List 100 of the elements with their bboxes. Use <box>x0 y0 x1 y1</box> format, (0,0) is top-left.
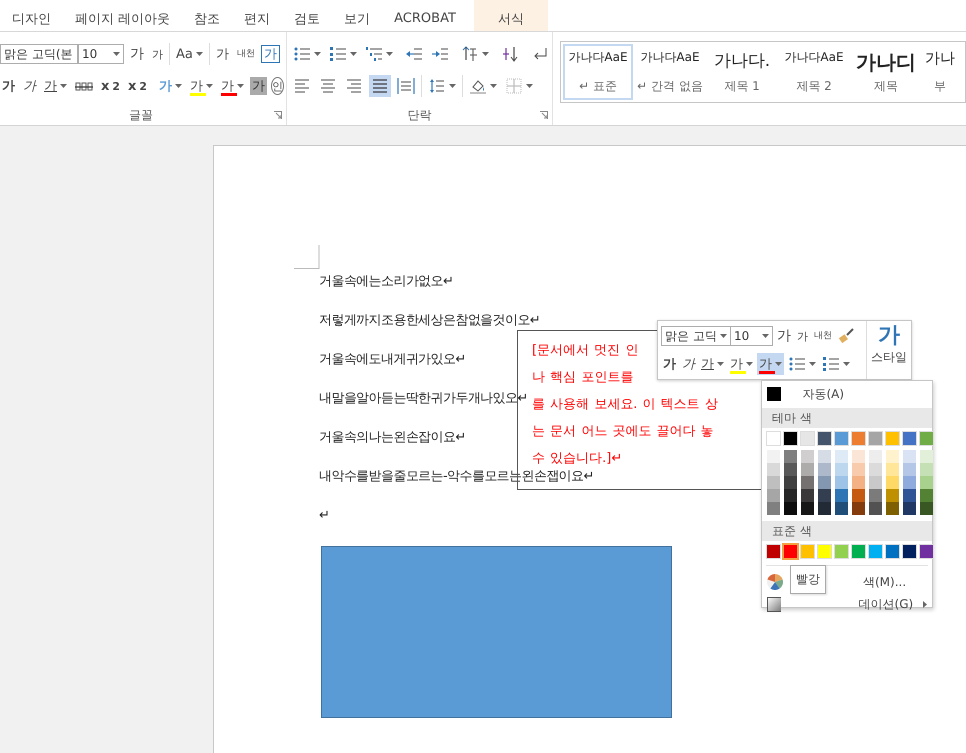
ribbon-tab[interactable]: 편지 <box>232 0 282 31</box>
color-swatch[interactable] <box>801 476 814 489</box>
highlight-button[interactable]: 가 <box>728 353 755 375</box>
style-item[interactable]: 가나 부 <box>923 44 957 100</box>
color-swatch[interactable] <box>818 545 831 558</box>
character-shading-button[interactable]: 가 <box>250 77 267 95</box>
ribbon-tab[interactable]: 서식 <box>474 0 548 31</box>
color-swatch[interactable] <box>903 476 916 489</box>
color-swatch[interactable] <box>852 545 865 558</box>
color-swatch[interactable] <box>818 476 831 489</box>
color-swatch[interactable] <box>767 545 780 558</box>
style-item[interactable]: 가나다AaE ↵ 표준 <box>563 44 633 100</box>
ribbon-tab[interactable]: ACROBAT <box>382 0 468 31</box>
color-swatch[interactable] <box>920 502 933 515</box>
font-name-field[interactable]: 맑은 고딕 <box>661 326 731 346</box>
color-swatch[interactable] <box>852 489 865 502</box>
font-size-field[interactable]: 10 <box>730 326 773 346</box>
style-item[interactable]: 가나디 제목 <box>851 44 921 100</box>
character-border-button[interactable]: 가 <box>260 45 280 63</box>
style-item[interactable]: 가나다. 제목 1 <box>707 44 777 100</box>
color-swatch[interactable] <box>852 476 865 489</box>
color-swatch[interactable] <box>869 432 882 445</box>
color-swatch[interactable] <box>818 432 831 445</box>
color-swatch[interactable] <box>869 463 882 476</box>
color-swatch[interactable] <box>903 489 916 502</box>
phonetic-guide-button[interactable]: 내천 <box>234 43 257 65</box>
color-swatch[interactable] <box>869 489 882 502</box>
underline-button[interactable]: 가 <box>699 353 726 375</box>
color-swatch[interactable] <box>886 463 899 476</box>
shrink-font-button[interactable]: 가 <box>795 325 810 347</box>
color-swatch[interactable] <box>869 450 882 463</box>
color-swatch[interactable] <box>920 489 933 502</box>
color-swatch[interactable] <box>835 463 848 476</box>
color-swatch[interactable] <box>818 489 831 502</box>
color-swatch[interactable] <box>903 432 916 445</box>
ribbon-tab[interactable]: 보기 <box>332 0 382 31</box>
change-case-button[interactable]: Aa <box>174 43 205 65</box>
color-swatch[interactable] <box>784 450 797 463</box>
color-swatch[interactable] <box>903 502 916 515</box>
clear-formatting-button[interactable]: 가 <box>214 43 231 65</box>
ribbon-tab[interactable]: 디자인 <box>0 0 63 31</box>
styles-button[interactable]: 가 스타일 <box>866 321 911 379</box>
color-swatch[interactable] <box>852 463 865 476</box>
color-swatch[interactable] <box>784 489 797 502</box>
distribute-button[interactable] <box>395 75 417 97</box>
color-swatch[interactable] <box>835 502 848 515</box>
color-swatch[interactable] <box>784 476 797 489</box>
color-swatch[interactable] <box>818 463 831 476</box>
color-swatch[interactable] <box>767 463 780 476</box>
color-swatch[interactable] <box>920 450 933 463</box>
color-swatch[interactable] <box>784 432 797 445</box>
color-swatch[interactable] <box>852 450 865 463</box>
color-swatch[interactable] <box>886 450 899 463</box>
color-swatch[interactable] <box>818 502 831 515</box>
color-swatch[interactable] <box>903 545 916 558</box>
grow-font-button[interactable]: 가 <box>128 43 146 65</box>
dialog-launcher-icon[interactable] <box>540 111 548 119</box>
color-swatch[interactable] <box>920 463 933 476</box>
color-swatch[interactable] <box>767 450 780 463</box>
color-swatch[interactable] <box>801 502 814 515</box>
color-swatch[interactable] <box>886 545 899 558</box>
color-swatch[interactable] <box>835 545 848 558</box>
color-swatch[interactable] <box>886 489 899 502</box>
grow-font-button[interactable]: 가 <box>775 325 793 347</box>
gradient-item[interactable]: 데이션(G) <box>858 593 914 615</box>
color-swatch[interactable] <box>869 502 882 515</box>
underline-button[interactable]: 가 <box>42 75 69 97</box>
color-swatch[interactable] <box>869 545 882 558</box>
font-color-button[interactable]: 가 <box>757 353 784 375</box>
color-swatch[interactable] <box>920 476 933 489</box>
color-swatch[interactable] <box>801 432 814 445</box>
color-swatch[interactable] <box>818 450 831 463</box>
style-item[interactable]: 가나다AaE 제목 2 <box>779 44 849 100</box>
shrink-font-button[interactable]: 가 <box>150 43 165 65</box>
enclosed-character-button[interactable]: 인 <box>270 77 284 95</box>
color-swatch[interactable] <box>801 545 814 558</box>
bold-button[interactable]: 가 <box>0 75 17 97</box>
phonetic-guide-button[interactable]: 내천 <box>812 325 834 347</box>
style-item[interactable]: 가나다AaE ↵ 간격 없음 <box>635 44 705 100</box>
color-swatch[interactable] <box>801 463 814 476</box>
color-swatch[interactable] <box>801 450 814 463</box>
color-swatch[interactable] <box>835 432 848 445</box>
color-swatch[interactable] <box>852 432 865 445</box>
color-swatch[interactable] <box>767 489 780 502</box>
more-colors-item[interactable]: 색(M)... <box>863 571 906 593</box>
color-swatch[interactable] <box>920 545 933 558</box>
color-swatch[interactable] <box>903 463 916 476</box>
ribbon-tab[interactable]: 검토 <box>282 0 332 31</box>
automatic-color-item[interactable]: 자동(A) <box>762 383 932 405</box>
color-swatch[interactable] <box>886 502 899 515</box>
color-swatch[interactable] <box>767 502 780 515</box>
highlight-button[interactable]: 가 <box>188 75 215 97</box>
bold-button[interactable]: 가 <box>661 353 678 375</box>
color-swatch[interactable] <box>835 489 848 502</box>
italic-button[interactable]: 가 <box>21 75 38 97</box>
color-swatch[interactable] <box>784 463 797 476</box>
font-size-field[interactable]: 10 <box>78 44 124 64</box>
color-swatch[interactable] <box>835 476 848 489</box>
color-swatch[interactable] <box>784 502 797 515</box>
color-swatch[interactable] <box>767 432 780 445</box>
